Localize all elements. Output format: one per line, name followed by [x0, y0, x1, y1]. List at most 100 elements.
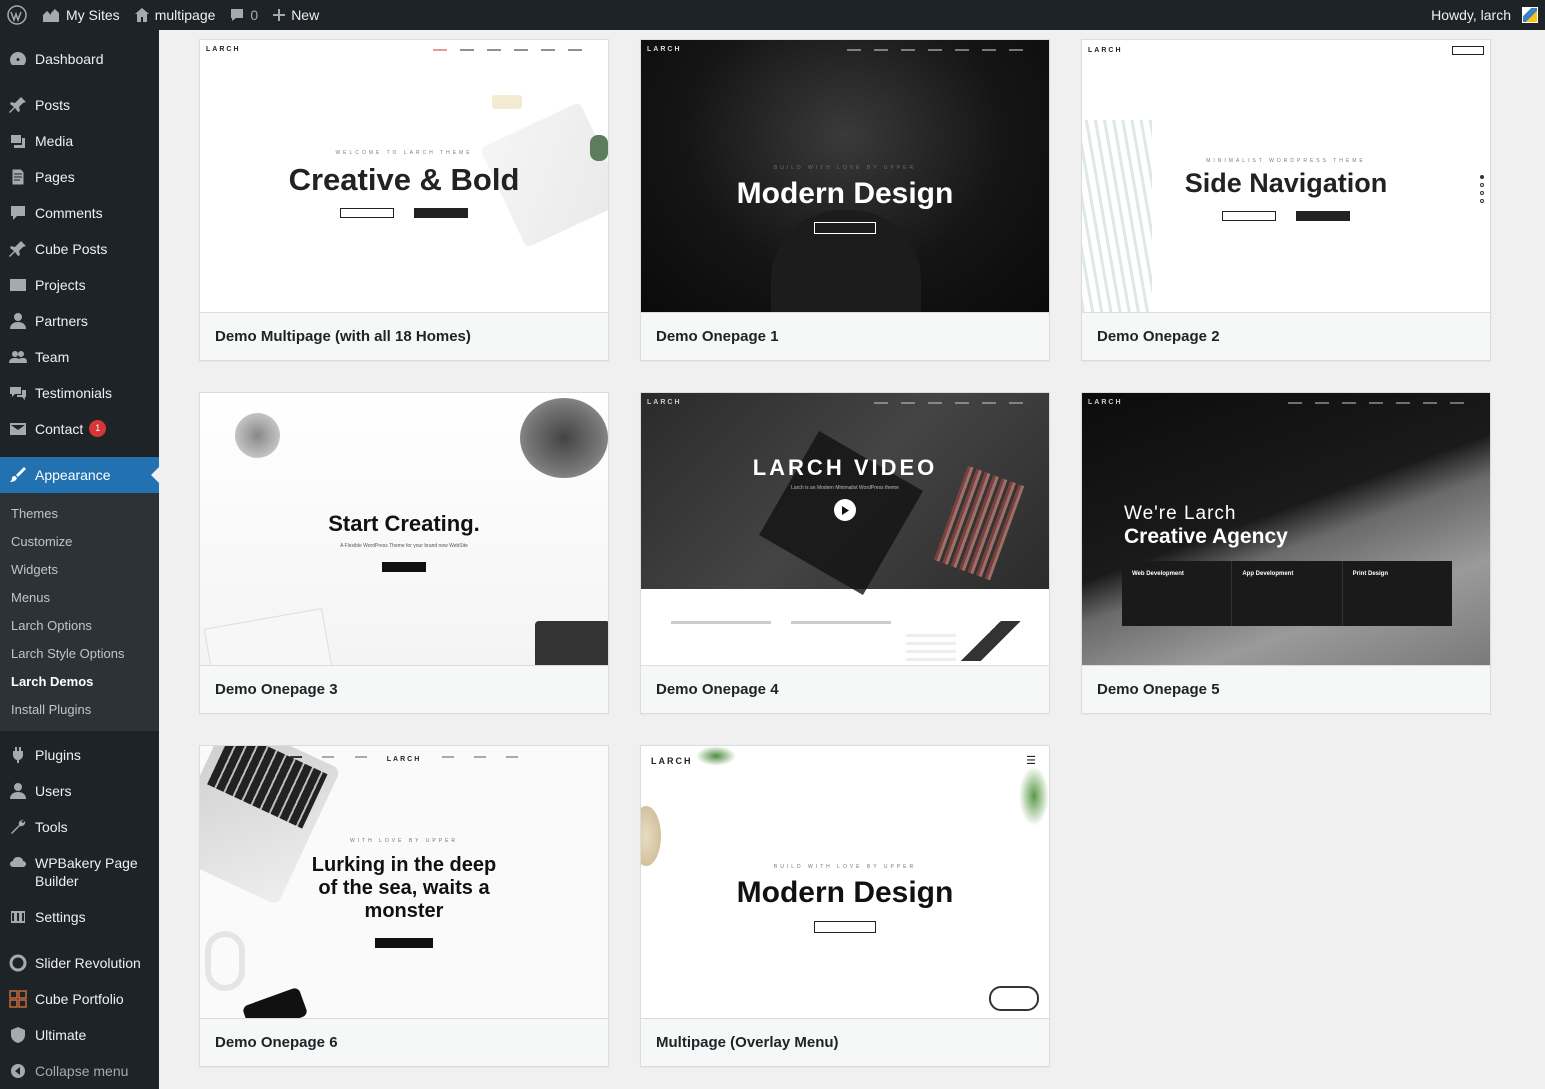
- demo-preview: LARCH ☰ BUILD WITH LOVE BY UPPER Modern D…: [641, 746, 1049, 1018]
- team-icon: [8, 348, 28, 366]
- new-label: New: [291, 7, 320, 23]
- notebook: [203, 608, 333, 665]
- plant-top-view: [520, 398, 608, 478]
- comment-icon: [231, 9, 244, 21]
- demo-card[interactable]: LARCH We're Larch Creative Agency Web De…: [1081, 392, 1491, 714]
- menu-media[interactable]: Media: [0, 123, 159, 159]
- demo-card[interactable]: Start Creating. A Flexible WordPress The…: [199, 392, 609, 714]
- demo-title: Modern Design: [736, 177, 954, 210]
- demo-card[interactable]: LARCH WITH LOVE BY UPPER Lurking in the …: [199, 745, 609, 1067]
- demo-logo: LARCH: [651, 755, 693, 766]
- comments-count: 0: [250, 7, 259, 23]
- demo-card[interactable]: LARCH BUILD WITH LOVE BY UPPER Modern De…: [640, 39, 1050, 361]
- menu-label: Testimonials: [35, 385, 113, 401]
- menu-slider-revolution[interactable]: Slider Revolution: [0, 945, 159, 981]
- phone: [241, 986, 309, 1018]
- menu-tools[interactable]: Tools: [0, 809, 159, 845]
- menu-users[interactable]: Users: [0, 773, 159, 809]
- demo-card[interactable]: LARCH LARCH VIDEO Larch is an Modern Min…: [640, 392, 1050, 714]
- menu-ultimate[interactable]: Ultimate: [0, 1017, 159, 1053]
- menu-contact[interactable]: Contact 1: [0, 411, 159, 447]
- demo-tagline: Larch is an Modern Minimalist WordPress …: [791, 485, 899, 491]
- mail-icon: [8, 420, 28, 438]
- menu-settings[interactable]: Settings: [0, 899, 159, 935]
- avatar: [1522, 7, 1538, 23]
- glasses: [989, 986, 1039, 1011]
- menu-cube-posts[interactable]: Cube Posts: [0, 231, 159, 267]
- demo-card[interactable]: LARCH MINIMALIST WORDPRESS THEME Side Na…: [1081, 39, 1491, 361]
- menu-pages[interactable]: Pages: [0, 159, 159, 195]
- demo-name: Demo Onepage 6: [200, 1018, 608, 1066]
- submenu-larch-demos[interactable]: Larch Demos: [0, 668, 159, 696]
- submenu-larch-style-options[interactable]: Larch Style Options: [0, 640, 159, 668]
- submenu-install-plugins[interactable]: Install Plugins: [0, 696, 159, 724]
- my-sites-menu[interactable]: My Sites: [34, 0, 127, 30]
- paintbrush-icon: [8, 466, 28, 484]
- menu-label: Posts: [35, 97, 71, 113]
- plugins-icon: [8, 746, 28, 764]
- site-name-menu[interactable]: multipage: [127, 0, 223, 30]
- dashboard-icon: [8, 50, 28, 68]
- menu-label: Partners: [35, 313, 88, 329]
- admin-bar: My Sites multipage 0 New Howdy, larch: [0, 0, 1545, 30]
- demo-name: Demo Onepage 2: [1082, 312, 1490, 360]
- demo-name: Demo Onepage 5: [1082, 665, 1490, 713]
- new-content-menu[interactable]: New: [265, 0, 326, 30]
- submenu-widgets[interactable]: Widgets: [0, 556, 159, 584]
- wordpress-logo-button[interactable]: [0, 0, 34, 30]
- leaves: [696, 746, 736, 766]
- account-menu[interactable]: Howdy, larch: [1424, 0, 1545, 30]
- comments-link[interactable]: 0: [222, 0, 265, 30]
- menu-label: Cube Portfolio: [35, 991, 124, 1007]
- demo-name: Demo Onepage 4: [641, 665, 1049, 713]
- menu-dashboard[interactable]: Dashboard: [0, 41, 159, 77]
- menu-label: Ultimate: [35, 1027, 87, 1043]
- menu-label: Plugins: [35, 747, 81, 763]
- pencil-cup: [235, 413, 280, 458]
- menu-posts[interactable]: Posts: [0, 87, 159, 123]
- menu-projects[interactable]: Projects: [0, 267, 159, 303]
- demo-card[interactable]: LARCH WELCOME TO LARCH THEME Creative & …: [199, 39, 609, 361]
- services-panel: Web Development App Development Print De…: [1122, 561, 1452, 626]
- menu-label: Comments: [35, 205, 103, 221]
- menu-cube-portfolio[interactable]: Cube Portfolio: [0, 981, 159, 1017]
- menu-appearance[interactable]: Appearance: [0, 457, 159, 493]
- demo-preview: LARCH LARCH VIDEO Larch is an Modern Min…: [641, 393, 1049, 665]
- contact-badge: 1: [89, 420, 107, 437]
- menu-comments[interactable]: Comments: [0, 195, 159, 231]
- submenu-customize[interactable]: Customize: [0, 528, 159, 556]
- collapse-menu-button[interactable]: Collapse menu: [0, 1053, 159, 1089]
- menu-testimonials[interactable]: Testimonials: [0, 375, 159, 411]
- menu-team[interactable]: Team: [0, 339, 159, 375]
- users-icon: [8, 782, 28, 800]
- menu-label: WPBakery Page Builder: [35, 855, 138, 889]
- comments-icon: [8, 204, 28, 222]
- demo-name: Demo Multipage (with all 18 Homes): [200, 312, 608, 360]
- demo-title: Creative Agency: [1124, 525, 1288, 548]
- menu-partners[interactable]: Partners: [0, 303, 159, 339]
- demo-logo: LARCH: [647, 46, 682, 53]
- settings-icon: [8, 908, 28, 926]
- demo-preview: LARCH WITH LOVE BY UPPER Lurking in the …: [200, 746, 608, 1018]
- demo-card[interactable]: LARCH ☰ BUILD WITH LOVE BY UPPER Modern D…: [640, 745, 1050, 1067]
- demo-tagline: MINIMALIST WORDPRESS THEME: [1206, 158, 1366, 164]
- menu-label: Tools: [35, 819, 68, 835]
- menu-plugins[interactable]: Plugins: [0, 737, 159, 773]
- demos-grid: LARCH WELCOME TO LARCH THEME Creative & …: [159, 30, 1545, 1089]
- collapse-icon: [8, 1062, 28, 1080]
- media-icon: [8, 132, 28, 150]
- wordpress-icon: [7, 5, 27, 25]
- menu-wpbakery-page-builder[interactable]: WPBakery Page Builder: [0, 845, 159, 899]
- demo-tagline: WITH LOVE BY UPPER: [349, 838, 459, 844]
- submenu-larch-options[interactable]: Larch Options: [0, 612, 159, 640]
- submenu-themes[interactable]: Themes: [0, 500, 159, 528]
- slider-revolution-icon: [8, 954, 28, 972]
- tablet: [535, 621, 608, 665]
- cube-posts-icon: [8, 240, 28, 258]
- demo-logo: LARCH: [206, 46, 241, 53]
- demo-title: Modern Design: [736, 876, 954, 909]
- menu-label: Cube Posts: [35, 241, 108, 257]
- submenu-menus[interactable]: Menus: [0, 584, 159, 612]
- menu-label: Dashboard: [35, 51, 104, 67]
- demo-preview: Start Creating. A Flexible WordPress The…: [200, 393, 608, 665]
